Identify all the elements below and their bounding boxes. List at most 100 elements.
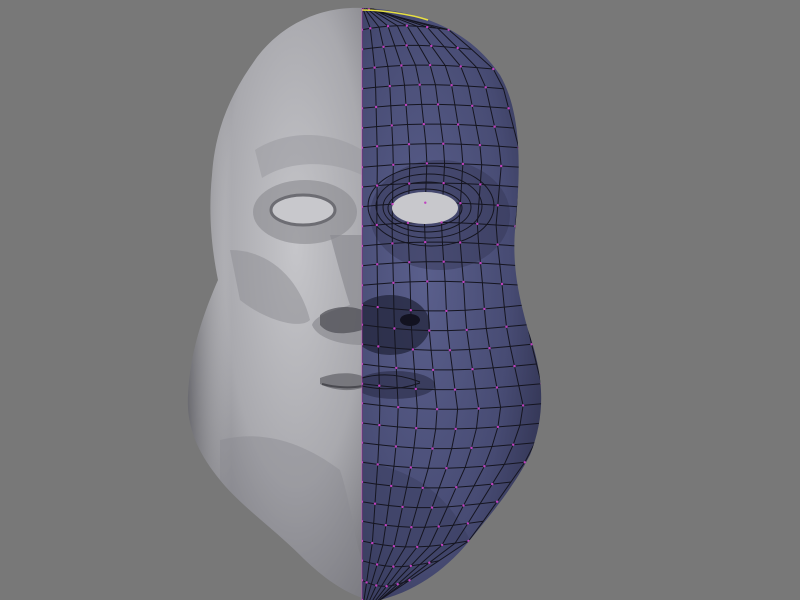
mesh-vertex[interactable] — [476, 222, 479, 225]
mesh-vertex[interactable] — [408, 261, 411, 264]
mesh-vertex[interactable] — [454, 427, 457, 431]
mesh-vertex[interactable] — [390, 484, 393, 488]
mesh-vertex[interactable] — [409, 309, 412, 312]
mesh-vertex[interactable] — [405, 44, 408, 47]
mesh-vertex[interactable] — [373, 502, 377, 505]
mesh-vertex[interactable] — [390, 124, 393, 127]
mesh-vertex[interactable] — [377, 345, 380, 348]
mesh-vertex[interactable] — [375, 584, 378, 587]
mesh-vertex[interactable] — [484, 86, 487, 89]
mesh-vertex[interactable] — [428, 329, 431, 332]
mesh-vertex[interactable] — [408, 579, 411, 582]
mesh-vertex[interactable] — [408, 182, 411, 185]
mesh-vertex[interactable] — [530, 343, 533, 346]
mesh-vertex[interactable] — [401, 505, 404, 509]
mesh-vertex[interactable] — [488, 347, 491, 350]
mesh-vertex[interactable] — [431, 368, 435, 372]
mesh-vertex[interactable] — [374, 105, 378, 109]
mesh-vertex[interactable] — [378, 384, 381, 387]
mesh-vertex[interactable] — [518, 264, 521, 267]
mesh-vertex[interactable] — [414, 387, 417, 391]
mesh-vertex[interactable] — [467, 539, 470, 543]
mesh-vertex[interactable] — [495, 386, 499, 389]
mesh-vertex[interactable] — [435, 408, 439, 411]
mesh-vertex[interactable] — [375, 563, 379, 566]
mesh-vertex[interactable] — [375, 223, 378, 227]
mesh-vertex[interactable] — [517, 146, 520, 149]
mesh-vertex[interactable] — [513, 364, 516, 368]
mesh-vertex[interactable] — [447, 28, 450, 31]
mesh-vertex[interactable] — [442, 142, 445, 145]
mesh-vertex[interactable] — [466, 522, 470, 525]
mesh-vertex[interactable] — [415, 427, 418, 430]
mesh-vertex[interactable] — [366, 5, 368, 7]
mesh-vertex[interactable] — [375, 184, 379, 187]
mesh-vertex[interactable] — [542, 422, 544, 424]
mesh-vertex[interactable] — [393, 327, 396, 330]
mesh-vertex[interactable] — [373, 66, 376, 69]
mesh-vertex[interactable] — [388, 84, 391, 88]
mesh-vertex[interactable] — [442, 260, 445, 263]
mesh-vertex[interactable] — [470, 446, 473, 450]
mesh-vertex[interactable] — [425, 162, 429, 165]
mesh-vertex[interactable] — [392, 281, 395, 284]
mesh-vertex[interactable] — [456, 46, 459, 50]
mesh-vertex[interactable] — [391, 242, 394, 245]
mesh-vertex[interactable] — [406, 221, 410, 225]
mesh-vertex[interactable] — [540, 382, 542, 385]
mesh-vertex[interactable] — [491, 482, 494, 486]
mesh-vertex[interactable] — [409, 564, 412, 568]
mesh-vertex[interactable] — [462, 280, 465, 284]
mesh-vertex[interactable] — [440, 543, 444, 547]
mesh-vertex[interactable] — [483, 307, 486, 311]
mesh-vertex[interactable] — [416, 545, 419, 549]
mesh-vertex[interactable] — [400, 64, 403, 67]
mesh-vertex[interactable] — [461, 162, 465, 166]
mesh-vertex[interactable] — [453, 388, 457, 391]
mesh-vertex[interactable] — [362, 6, 365, 9]
mesh-vertex[interactable] — [523, 461, 526, 464]
mesh-vertex[interactable] — [465, 328, 468, 332]
mesh-vertex[interactable] — [492, 67, 495, 71]
mesh-vertex[interactable] — [523, 303, 526, 307]
mesh-vertex[interactable] — [456, 123, 460, 126]
mesh-vertex[interactable] — [384, 524, 387, 527]
mesh-vertex[interactable] — [364, 5, 366, 7]
mesh-vertex[interactable] — [422, 122, 425, 126]
mesh-vertex[interactable] — [385, 585, 388, 588]
mesh-vertex[interactable] — [496, 425, 500, 429]
mesh-vertex[interactable] — [500, 282, 504, 286]
mesh-vertex[interactable] — [505, 325, 508, 328]
mesh-vertex[interactable] — [426, 25, 429, 29]
face-model-canvas[interactable] — [0, 0, 800, 600]
mesh-vertex[interactable] — [392, 545, 396, 548]
mesh-vertex[interactable] — [365, 581, 368, 584]
mesh-vertex[interactable] — [376, 263, 379, 266]
mesh-vertex[interactable] — [437, 525, 440, 528]
mesh-vertex[interactable] — [471, 104, 474, 108]
mesh-vertex[interactable] — [518, 185, 521, 189]
mesh-vertex[interactable] — [371, 541, 374, 545]
mesh-vertex[interactable] — [436, 103, 440, 106]
mesh-vertex[interactable] — [479, 183, 482, 186]
mesh-vertex[interactable] — [483, 465, 486, 468]
mesh-vertex[interactable] — [455, 486, 458, 489]
mesh-vertex[interactable] — [500, 164, 503, 168]
mesh-vertex[interactable] — [428, 561, 431, 564]
mesh-vertex[interactable] — [392, 163, 395, 166]
mesh-vertex[interactable] — [507, 107, 510, 110]
mesh-vertex[interactable] — [397, 406, 400, 409]
mesh-vertex[interactable] — [459, 65, 462, 68]
mesh-vertex[interactable] — [418, 83, 421, 86]
mesh-vertex[interactable] — [394, 445, 398, 448]
mesh-vertex[interactable] — [421, 486, 424, 490]
mesh-vertex[interactable] — [521, 404, 525, 407]
mesh-vertex[interactable] — [430, 506, 434, 509]
mesh-vertex[interactable] — [512, 443, 515, 446]
mesh-vertex[interactable] — [448, 349, 452, 352]
mesh-vertex[interactable] — [369, 27, 372, 30]
mesh-vertex[interactable] — [477, 407, 480, 410]
mesh-vertex[interactable] — [450, 84, 453, 87]
mesh-vertex[interactable] — [424, 201, 427, 204]
mesh-vertex[interactable] — [395, 366, 398, 370]
